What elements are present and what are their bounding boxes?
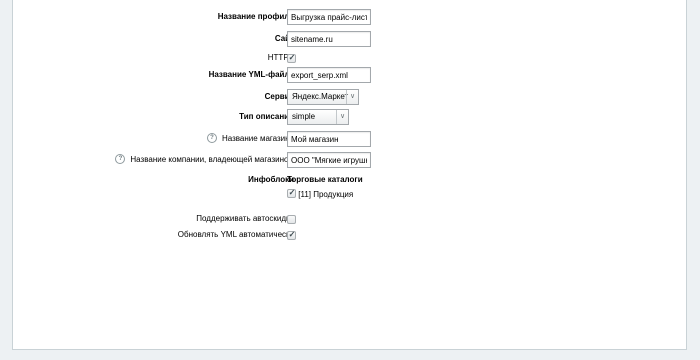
service-select[interactable]: Яндекс.Маркет ∨ <box>287 89 359 105</box>
auto-discounts-field-wrap <box>287 211 296 227</box>
description-type-label: Тип описаний <box>239 112 294 121</box>
auto-discounts-checkbox[interactable] <box>287 215 296 224</box>
yml-file-input[interactable] <box>287 67 371 83</box>
settings-panel: Название профиля Сайт HTTPS ✓ Название Y… <box>12 0 687 350</box>
site-input[interactable] <box>287 31 371 47</box>
yml-file-label: Название YML-файла <box>208 70 294 79</box>
auto-discounts-row: Поддерживать автоскидки <box>13 211 688 227</box>
catalog-item-checkbox[interactable]: ✓ <box>287 188 296 198</box>
company-name-label-wrap: ? Название компании, владеющей магазином <box>115 152 294 168</box>
auto-update-field-wrap: ✓ <box>287 227 296 243</box>
auto-discounts-label: Поддерживать автоскидки <box>196 214 294 223</box>
auto-update-row: Обновлять YML автоматически ✓ <box>13 227 688 243</box>
shop-name-row: ? Название магазина <box>13 131 688 147</box>
profile-name-input[interactable] <box>287 9 371 25</box>
company-name-field-wrap <box>287 152 371 168</box>
yml-file-field-wrap <box>287 67 371 83</box>
https-row: HTTPS ✓ <box>13 50 688 66</box>
company-name-label: Название компании, владеющей магазином <box>130 155 294 164</box>
checkmark-icon: ✓ <box>288 53 296 62</box>
profile-name-label: Название профиля <box>217 12 294 21</box>
site-row: Сайт <box>13 31 688 47</box>
company-name-row: ? Название компании, владеющей магазином <box>13 152 688 168</box>
service-row: Сервис Яндекс.Маркет ∨ <box>13 89 688 105</box>
service-select-value: Яндекс.Маркет <box>292 92 349 101</box>
description-type-row: Тип описаний simple ∨ <box>13 109 688 125</box>
shop-name-label-wrap: ? Название магазина <box>206 131 294 147</box>
service-field-wrap: Яндекс.Маркет ∨ <box>287 89 359 105</box>
help-icon[interactable]: ? <box>206 132 217 143</box>
catalog-group-title: Торговые каталоги <box>287 175 363 184</box>
https-field-wrap: ✓ <box>287 50 296 66</box>
https-checkbox[interactable]: ✓ <box>287 53 296 63</box>
description-type-field-wrap: simple ∨ <box>287 109 349 125</box>
infoblocks-field-wrap: Торговые каталоги ✓ [11] Продукция <box>287 172 363 199</box>
yml-file-row: Название YML-файла <box>13 67 688 83</box>
shop-name-input[interactable] <box>287 131 371 147</box>
infoblocks-row: Инфоблоки Торговые каталоги ✓ [11] Проду… <box>13 172 688 200</box>
checkmark-icon: ✓ <box>288 188 296 197</box>
description-type-select[interactable]: simple ∨ <box>287 109 349 125</box>
description-type-select-value: simple <box>292 112 316 121</box>
auto-update-label: Обновлять YML автоматически <box>177 230 294 239</box>
catalog-item-label: [11] Продукция <box>298 190 354 199</box>
chevron-down-icon: ∨ <box>336 110 348 124</box>
company-name-input[interactable] <box>287 152 371 168</box>
catalog-item: ✓ [11] Продукция <box>287 188 363 201</box>
checkmark-icon: ✓ <box>288 230 296 239</box>
help-icon[interactable]: ? <box>115 153 126 164</box>
shop-name-field-wrap <box>287 131 371 147</box>
profile-name-row: Название профиля <box>13 9 688 25</box>
chevron-down-icon: ∨ <box>346 90 358 104</box>
site-field-wrap <box>287 31 371 47</box>
shop-name-label: Название магазина <box>221 134 294 143</box>
auto-update-checkbox[interactable]: ✓ <box>287 230 296 240</box>
profile-name-field-wrap <box>287 9 371 25</box>
